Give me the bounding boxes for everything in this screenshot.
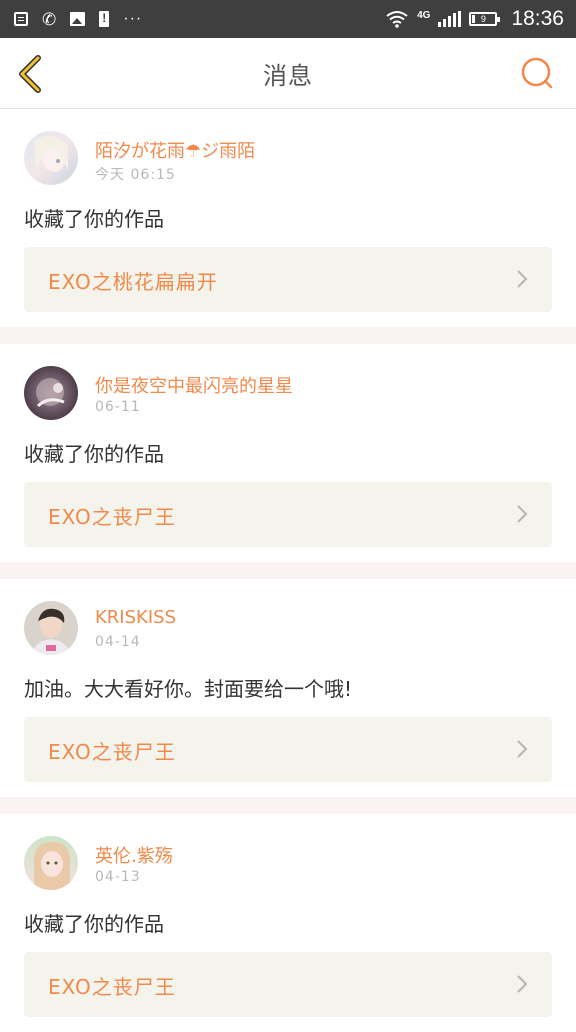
avatar-image bbox=[24, 836, 78, 890]
username[interactable]: 你是夜空中最闪亮的星星 bbox=[95, 372, 293, 398]
work-link[interactable]: EXO之丧尸王 bbox=[24, 717, 552, 782]
back-button[interactable] bbox=[14, 54, 50, 94]
battery-icon: 9 bbox=[469, 12, 501, 26]
username[interactable]: 英伦.紫殇 bbox=[95, 842, 173, 868]
chevron-right-icon bbox=[517, 975, 528, 993]
more-icon: ··· bbox=[123, 10, 143, 27]
clock: 18:36 bbox=[511, 7, 564, 30]
avatar-image bbox=[24, 366, 78, 420]
work-title: EXO之桃花扁扁开 bbox=[48, 270, 218, 294]
avatar-image bbox=[24, 131, 78, 185]
avatar[interactable] bbox=[24, 366, 78, 420]
message-list: 陌汐が花雨☂ジ雨陌 今天 06:15 收藏了你的作品 EXO之桃花扁扁开 你是夜… bbox=[0, 109, 576, 1032]
message-text: 收藏了你的作品 bbox=[24, 207, 164, 231]
work-link[interactable]: EXO之丧尸王 bbox=[24, 952, 552, 1017]
timestamp: 06-11 bbox=[95, 399, 141, 415]
search-icon bbox=[521, 57, 553, 89]
avatar[interactable] bbox=[24, 601, 78, 655]
work-title: EXO之丧尸王 bbox=[48, 505, 176, 529]
separator bbox=[0, 797, 576, 814]
top-nav: 消息 bbox=[0, 38, 576, 109]
message-item: KRISKISS 04-14 加油。大大看好你。封面要给一个哦! EXO之丧尸王 bbox=[0, 579, 576, 797]
search-button[interactable] bbox=[520, 56, 554, 90]
chevron-left-icon bbox=[19, 55, 41, 93]
status-bar-notifications: ✆ ··· bbox=[14, 10, 142, 28]
image-icon bbox=[70, 12, 86, 26]
avatar-image bbox=[24, 601, 78, 655]
status-bar: ✆ ··· 4G 9 18:36 bbox=[0, 0, 576, 38]
battery-percent: 9 bbox=[480, 14, 486, 24]
timestamp: 04-13 bbox=[95, 869, 141, 885]
battery-level bbox=[472, 15, 476, 23]
message-item: 陌汐が花雨☂ジ雨陌 今天 06:15 收藏了你的作品 EXO之桃花扁扁开 bbox=[0, 109, 576, 327]
message-item: 你是夜空中最闪亮的星星 06-11 收藏了你的作品 EXO之丧尸王 bbox=[0, 344, 576, 562]
chevron-right-icon bbox=[517, 740, 528, 758]
work-link[interactable]: EXO之桃花扁扁开 bbox=[24, 247, 552, 312]
message-text: 加油。大大看好你。封面要给一个哦! bbox=[24, 677, 353, 701]
work-title: EXO之丧尸王 bbox=[48, 740, 176, 764]
avatar[interactable] bbox=[24, 836, 78, 890]
message-icon bbox=[14, 12, 28, 26]
chevron-right-icon bbox=[517, 505, 528, 523]
message-text: 收藏了你的作品 bbox=[24, 912, 164, 936]
signal-icon bbox=[438, 11, 462, 27]
network-type: 4G bbox=[417, 9, 431, 21]
status-bar-system: 4G 9 18:36 bbox=[385, 7, 564, 31]
message-item: 英伦.紫殇 04-13 收藏了你的作品 EXO之丧尸王 bbox=[0, 814, 576, 1032]
work-link[interactable]: EXO之丧尸王 bbox=[24, 482, 552, 547]
message-text: 收藏了你的作品 bbox=[24, 442, 164, 466]
page-title: 消息 bbox=[263, 61, 313, 90]
separator bbox=[0, 327, 576, 344]
timestamp: 今天 06:15 bbox=[95, 167, 176, 183]
battery-alert-icon bbox=[99, 11, 110, 27]
missed-call-icon: ✆ bbox=[42, 9, 57, 29]
chevron-right-icon bbox=[517, 270, 528, 288]
username[interactable]: KRISKISS bbox=[95, 607, 176, 628]
separator bbox=[0, 562, 576, 579]
username[interactable]: 陌汐が花雨☂ジ雨陌 bbox=[95, 137, 255, 163]
wifi-icon bbox=[386, 11, 408, 28]
avatar[interactable] bbox=[24, 131, 78, 185]
timestamp: 04-14 bbox=[95, 634, 141, 650]
work-title: EXO之丧尸王 bbox=[48, 975, 176, 999]
